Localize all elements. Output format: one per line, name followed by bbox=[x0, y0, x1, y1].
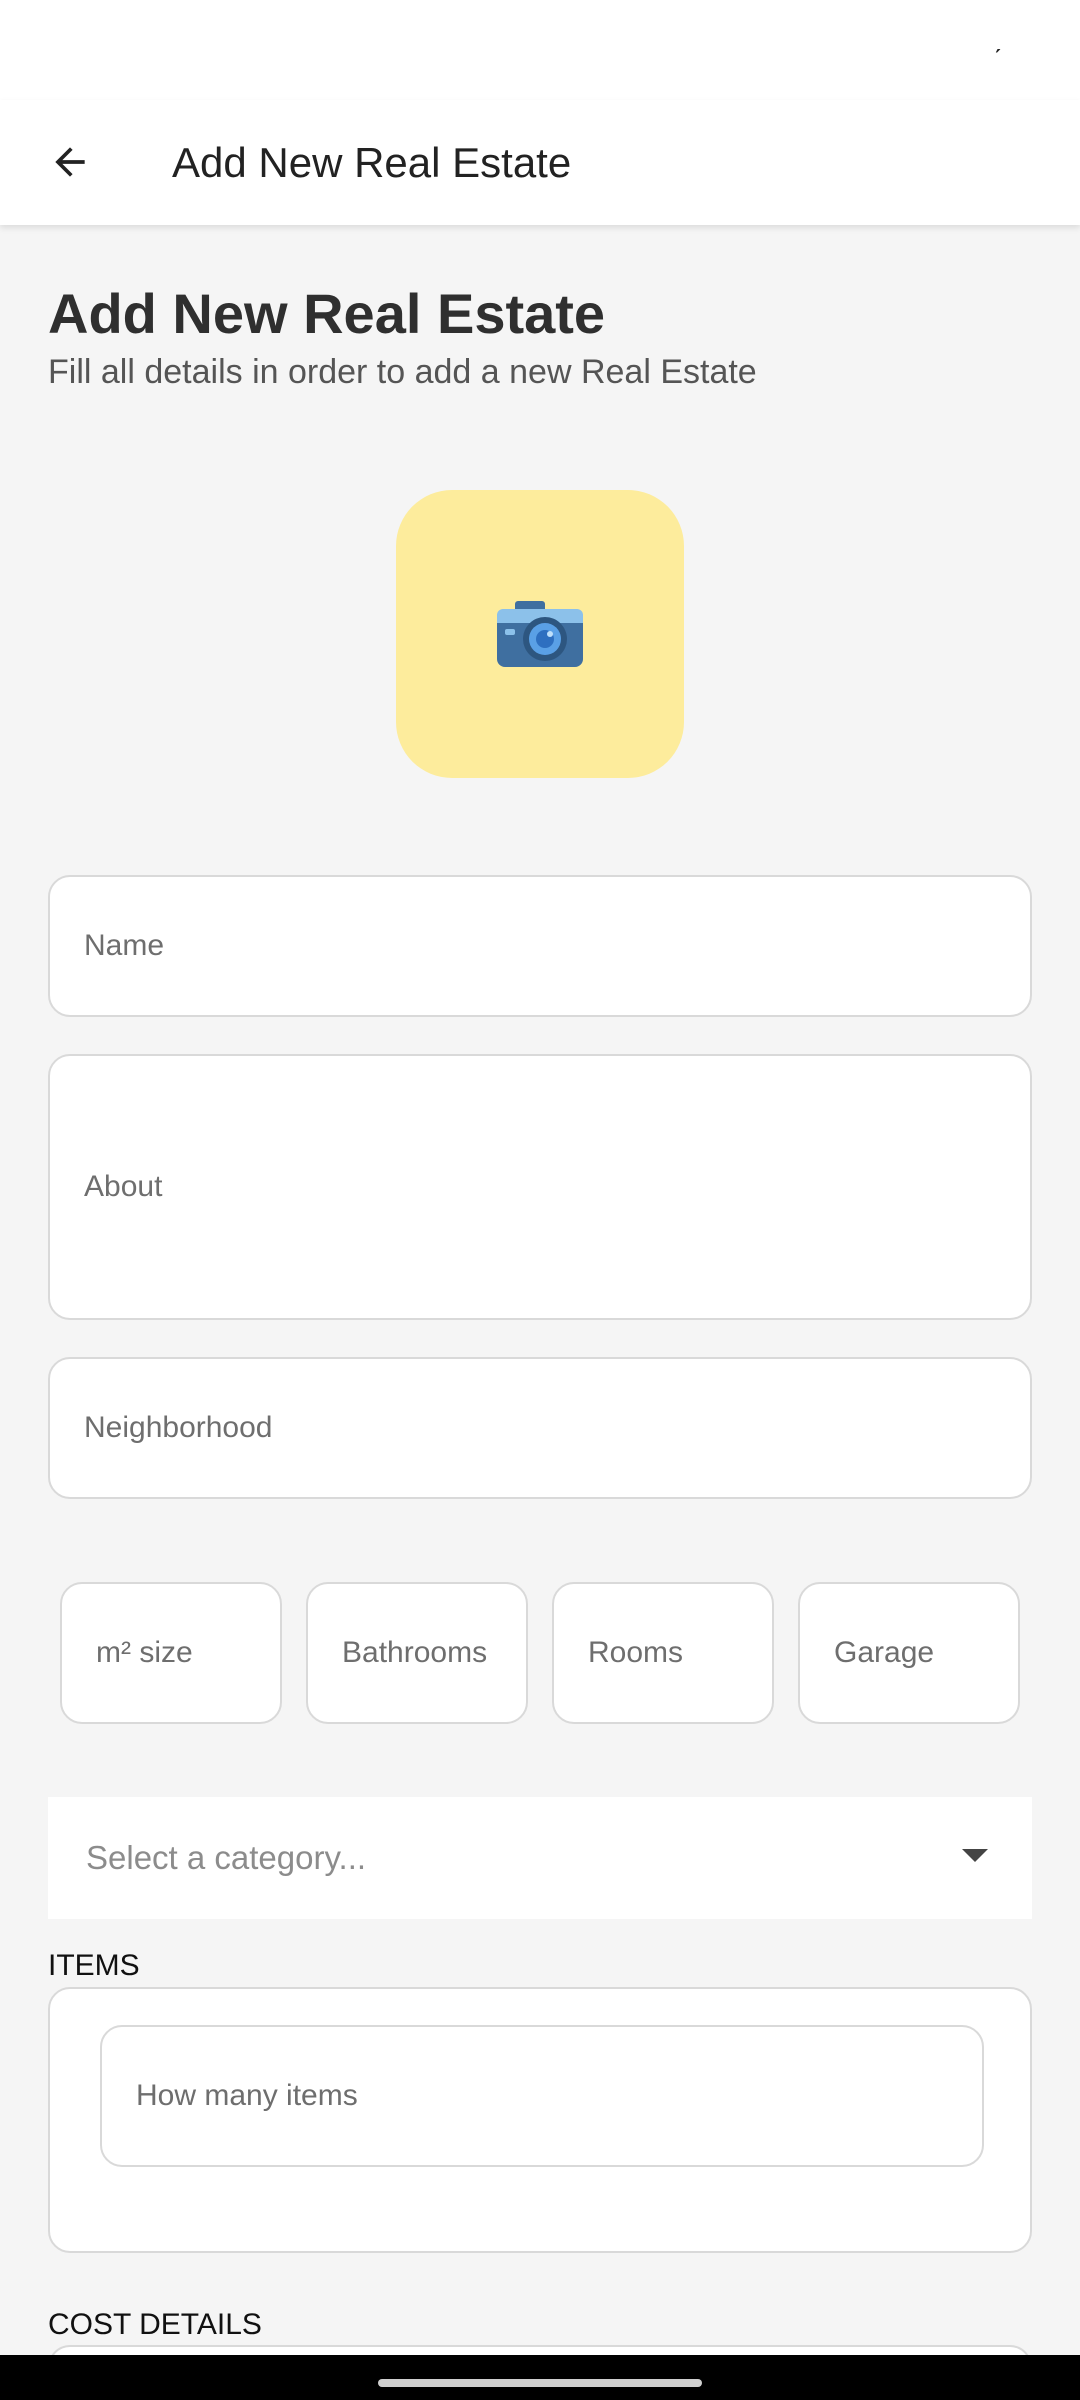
neighborhood-field[interactable] bbox=[48, 1357, 1032, 1499]
items-count-field[interactable] bbox=[100, 2025, 984, 2167]
status-bar: ˊ bbox=[0, 0, 1080, 100]
form-content[interactable]: Add New Real Estate Fill all details in … bbox=[0, 225, 1080, 2385]
about-field[interactable] bbox=[48, 1054, 1032, 1320]
items-count-input[interactable] bbox=[136, 2079, 982, 2113]
rooms-input[interactable] bbox=[588, 1636, 772, 1670]
system-navigation-bar bbox=[0, 2355, 1080, 2400]
home-gesture-handle[interactable] bbox=[378, 2379, 702, 2387]
bathrooms-input[interactable] bbox=[342, 1636, 526, 1670]
camera-icon bbox=[497, 601, 583, 667]
arrow-left-icon bbox=[55, 147, 85, 177]
neighborhood-input[interactable] bbox=[84, 1411, 1030, 1445]
items-section-label: ITEMS bbox=[48, 1949, 140, 1982]
caret-down-icon bbox=[962, 1849, 988, 1862]
page-title: Add New Real Estate bbox=[48, 282, 606, 345]
bathrooms-field[interactable] bbox=[306, 1582, 528, 1724]
about-input[interactable] bbox=[84, 1170, 1030, 1204]
category-select[interactable]: Select a category... bbox=[48, 1797, 1032, 1919]
garage-input[interactable] bbox=[834, 1636, 1018, 1670]
status-indicator: ˊ bbox=[993, 44, 1002, 74]
size-input[interactable] bbox=[96, 1636, 280, 1670]
app-bar: Add New Real Estate bbox=[0, 100, 1080, 225]
photo-picker-button[interactable] bbox=[396, 490, 684, 778]
size-field[interactable] bbox=[60, 1582, 282, 1724]
cost-details-section-label: COST DETAILS bbox=[48, 2308, 262, 2341]
category-select-placeholder: Select a category... bbox=[86, 1839, 367, 1876]
name-field[interactable] bbox=[48, 875, 1032, 1017]
app-bar-title: Add New Real Estate bbox=[172, 138, 572, 186]
garage-field[interactable] bbox=[798, 1582, 1020, 1724]
page-subtitle: Fill all details in order to add a new R… bbox=[48, 353, 757, 391]
back-button[interactable] bbox=[30, 122, 110, 202]
name-input[interactable] bbox=[84, 929, 1030, 963]
items-section bbox=[48, 1987, 1032, 2253]
rooms-field[interactable] bbox=[552, 1582, 774, 1724]
